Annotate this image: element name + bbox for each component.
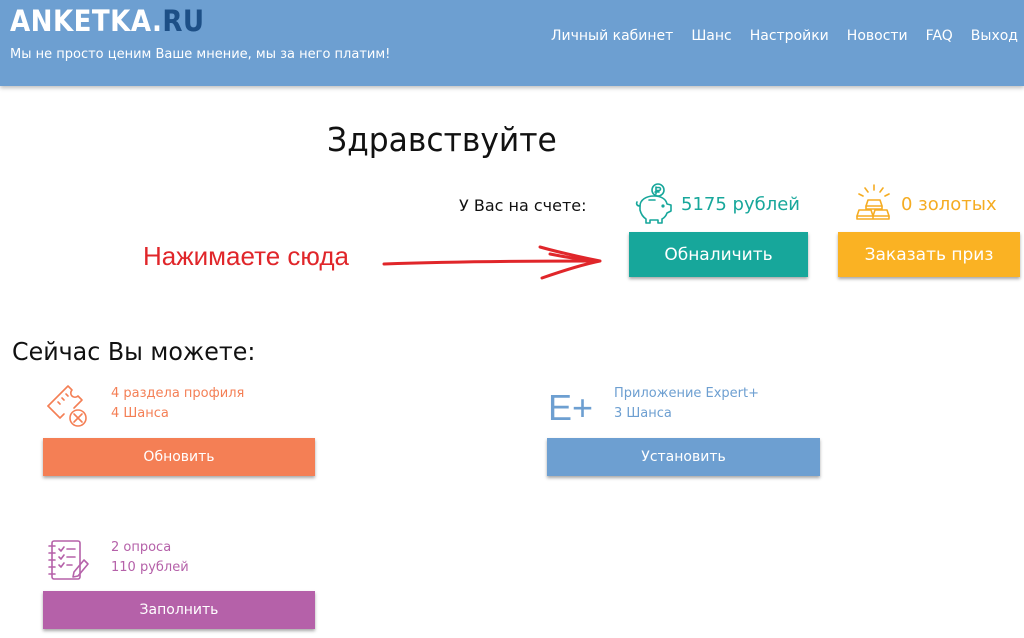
checklist-icon <box>48 540 89 580</box>
main-nav: Личный кабинет Шанс Настройки Новости FA… <box>551 28 1018 44</box>
task-profile-info: 4 раздела профиля 4 Шанса <box>111 384 244 424</box>
nav-faq[interactable]: FAQ <box>926 28 953 44</box>
nav-logout[interactable]: Выход <box>971 28 1018 44</box>
cash-out-button[interactable]: Обналичить <box>629 232 808 277</box>
task-title: 4 раздела профиля <box>111 386 245 401</box>
expert-plus-icon: E+ <box>548 387 593 428</box>
arrow-right-icon <box>382 245 602 280</box>
order-prize-button[interactable]: Заказать приз <box>838 232 1020 277</box>
install-app-button[interactable]: Установить <box>547 438 820 476</box>
header: ANKETKA.RU Мы не просто ценим Ваше мнени… <box>0 0 1024 86</box>
logo-suffix: RU <box>162 4 205 38</box>
logo[interactable]: ANKETKA.RU <box>10 4 205 38</box>
nav-personal-cabinet[interactable]: Личный кабинет <box>551 28 673 44</box>
page-title: Здравствуйте <box>327 120 557 159</box>
task-reward: 110 рублей <box>111 560 189 575</box>
update-profile-button[interactable]: Обновить <box>43 438 315 476</box>
hint-annotation: Нажимаете сюда <box>143 241 349 271</box>
piggy-bank-icon <box>635 183 672 224</box>
task-title: 2 опроса <box>111 540 172 555</box>
task-reward: 3 Шанса <box>614 406 672 421</box>
nav-settings[interactable]: Настройки <box>750 28 829 44</box>
nav-news[interactable]: Новости <box>847 28 908 44</box>
rubles-balance: 5175 рублей <box>681 194 800 215</box>
logo-main: ANKETKA. <box>10 4 163 38</box>
task-title: Приложение Expert+ <box>614 386 760 401</box>
ticket-cancel-icon <box>47 385 87 427</box>
fill-survey-button[interactable]: Заполнить <box>43 591 315 629</box>
gold-bars-icon <box>856 184 890 220</box>
nav-chance[interactable]: Шанс <box>691 28 731 44</box>
section-title: Сейчас Вы можете: <box>12 337 256 366</box>
page: ANKETKA.RU Мы не просто ценим Ваше мнени… <box>0 0 1024 638</box>
gold-balance: 0 золотых <box>901 194 997 215</box>
balance-label: У Вас на счете: <box>459 196 587 215</box>
task-reward: 4 Шанса <box>111 406 169 421</box>
task-app-info: Приложение Expert+ 3 Шанса <box>614 384 759 424</box>
tagline: Мы не просто ценим Ваше мнение, мы за не… <box>10 47 391 62</box>
task-survey-info: 2 опроса 110 рублей <box>111 538 189 578</box>
svg-text:E+: E+ <box>548 387 593 428</box>
